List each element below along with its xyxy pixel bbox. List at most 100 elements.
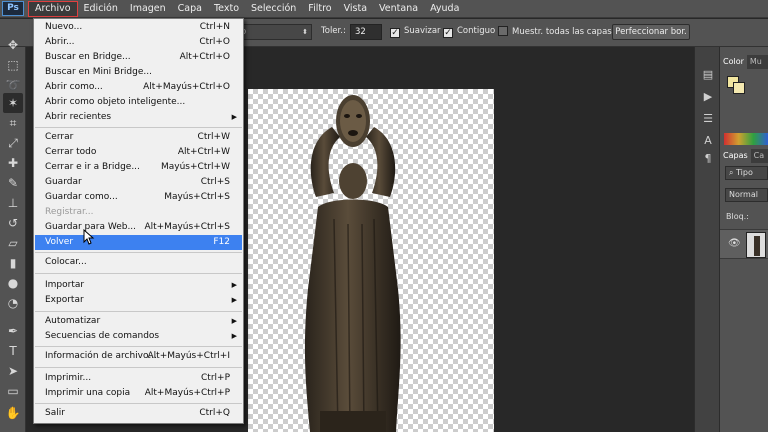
menu-ayuda[interactable]: Ayuda [424,1,465,17]
color-ramp[interactable] [724,133,768,145]
menu-item-abrir[interactable]: Abrir... Ctrl+O [35,35,242,50]
blur-icon[interactable]: ● [3,273,23,293]
character-icon[interactable]: A [699,133,717,149]
menu-item-abrir-como[interactable]: Abrir como... Alt+Mayús+Ctrl+O [35,80,242,95]
brush-icon[interactable]: ✎ [3,173,23,193]
type-icon[interactable]: T [3,341,23,361]
menu-item-nuevo[interactable]: Nuevo... Ctrl+N [35,20,242,35]
tab-canales[interactable]: Ca [751,149,768,163]
antialias-label: Suavizar [404,26,441,36]
menu-item-buscar-mini-bridge[interactable]: Buscar en Mini Bridge... [35,65,242,80]
layer-filter-dropdown[interactable]: ⌕ Tipo [725,166,768,180]
menu-item-registrar: Registrar... [35,205,242,220]
menu-item-shortcut: Ctrl+W [197,132,230,142]
menu-separator [35,367,242,368]
menu-item-buscar-bridge[interactable]: Buscar en Bridge... Alt+Ctrl+O [35,50,242,65]
shape-icon[interactable]: ▭ [3,381,23,401]
menu-edicion[interactable]: Edición [78,1,124,17]
menu-item-imprimir[interactable]: Imprimir... Ctrl+P [35,371,242,386]
document-canvas[interactable] [248,89,494,432]
menu-separator [35,252,242,253]
gradient-icon[interactable]: ▮ [3,253,23,273]
menu-item-label: Automatizar [45,316,101,326]
background-color-swatch[interactable] [733,82,745,94]
tab-capas[interactable]: Capas [720,149,751,163]
menu-item-exportar[interactable]: Exportar ▶ [35,293,242,308]
dodge-icon[interactable]: ◔ [3,293,23,313]
menu-item-guardar-web[interactable]: Guardar para Web... Alt+Mayús+Ctrl+S [35,220,242,235]
menu-item-shortcut: Alt+Mayús+Ctrl+S [144,222,230,232]
history-brush-icon[interactable]: ↺ [3,213,23,233]
marquee-icon[interactable]: ⬚ [3,55,23,75]
menu-ventana[interactable]: Ventana [373,1,424,17]
tolerance-label: Toler.: [321,26,346,36]
menu-item-guardar[interactable]: Guardar Ctrl+S [35,175,242,190]
menu-item-label: Cerrar [45,132,74,142]
checkbox-empty-icon [498,26,508,36]
menu-item-imprimir-copia[interactable]: Imprimir una copia Alt+Mayús+Ctrl+P [35,386,242,401]
menu-item-importar[interactable]: Importar ▶ [35,278,242,293]
menu-item-guardar-como[interactable]: Guardar como... Mayús+Ctrl+S [35,190,242,205]
hand-icon[interactable]: ✋ [3,403,23,423]
menu-item-shortcut: Alt+Ctrl+O [179,52,230,62]
pen-icon[interactable]: ✒ [3,321,23,341]
menu-item-automatizar[interactable]: Automatizar ▶ [35,314,242,329]
eraser-icon[interactable]: ▱ [3,233,23,253]
menu-item-cerrar-ir-bridge[interactable]: Cerrar e ir a Bridge... Mayús+Ctrl+W [35,160,242,175]
actions-icon[interactable]: ▶ [699,89,717,105]
history-icon[interactable]: ▤ [699,67,717,83]
menu-item-abrir-objeto-inteligente[interactable]: Abrir como objeto inteligente... [35,95,242,110]
menu-archivo[interactable]: Archivo [28,0,78,17]
checkmark-icon: ✓ [443,28,453,38]
layer-row[interactable]: 👁 [720,229,768,259]
menu-seleccion[interactable]: Selección [245,1,302,17]
all-layers-checkbox[interactable]: Muestr. todas las capas [498,26,612,37]
layer-filter-value: Tipo [736,168,753,177]
crop-icon[interactable]: ⌗ [3,113,23,133]
menu-item-shortcut: Ctrl+O [199,37,230,47]
menu-item-secuencias[interactable]: Secuencias de comandos ▶ [35,329,242,344]
menu-item-salir[interactable]: Salir Ctrl+Q [35,406,242,421]
menu-item-shortcut: Mayús+Ctrl+W [161,162,230,172]
menu-item-informacion-archivo[interactable]: Información de archivo... Alt+Mayús+Ctrl+… [35,349,242,364]
menu-separator [35,346,242,347]
lasso-icon[interactable]: ➰ [3,75,23,95]
stamp-icon[interactable]: ⊥ [3,193,23,213]
tolerance-input[interactable]: 32 [350,24,382,40]
tab-color[interactable]: Color [720,55,747,69]
menu-item-shortcut: Ctrl+S [200,177,230,187]
menu-imagen[interactable]: Imagen [124,1,172,17]
menu-filtro[interactable]: Filtro [302,1,337,17]
menu-item-label: Exportar [45,295,84,305]
tab-muestras[interactable]: Mu [747,55,765,69]
menu-item-cerrar-todo[interactable]: Cerrar todo Alt+Ctrl+W [35,145,242,160]
path-select-icon[interactable]: ➤ [3,361,23,381]
eye-icon[interactable]: 👁 [728,238,741,249]
menu-texto[interactable]: Texto [208,1,245,17]
menu-item-cerrar[interactable]: Cerrar Ctrl+W [35,130,242,145]
menu-vista[interactable]: Vista [338,1,373,17]
menu-item-label: Importar [45,280,85,290]
layers-panel-tabs: Capas Ca [720,149,768,163]
healing-icon[interactable]: ✚ [3,153,23,173]
eyedropper-icon[interactable]: ⤢ [3,133,23,153]
menu-capa[interactable]: Capa [172,1,208,17]
menu-item-shortcut: Ctrl+Q [199,408,230,418]
contiguous-checkbox[interactable]: ✓ Contiguo [443,26,495,38]
menu-item-volver[interactable]: Volver F12 [35,235,242,250]
menu-separator [35,273,242,274]
file-menu-dropdown: Nuevo... Ctrl+N Abrir... Ctrl+O Buscar en … [33,18,244,424]
blend-mode-dropdown[interactable]: Normal [725,188,768,202]
menu-item-colocar[interactable]: Colocar... [35,255,242,270]
menu-item-abrir-recientes[interactable]: Abrir recientes ▶ [35,110,242,125]
adjust-icon[interactable]: ☰ [699,111,717,127]
menu-item-label: Buscar en Mini Bridge... [45,67,152,77]
move-icon[interactable]: ✥ [3,35,23,55]
paragraph-icon[interactable]: ¶ [699,151,717,167]
refine-edge-button[interactable]: Perfeccionar bor. [612,24,690,40]
antialias-checkbox[interactable]: ✓ Suavizar [390,26,441,38]
sample-size-dropdown[interactable]: o ⬍ [236,24,312,40]
mouse-cursor-icon [83,229,95,245]
magic-wand-icon[interactable]: ✶ [3,93,23,113]
menu-item-shortcut: Alt+Mayús+Ctrl+I [147,351,230,361]
